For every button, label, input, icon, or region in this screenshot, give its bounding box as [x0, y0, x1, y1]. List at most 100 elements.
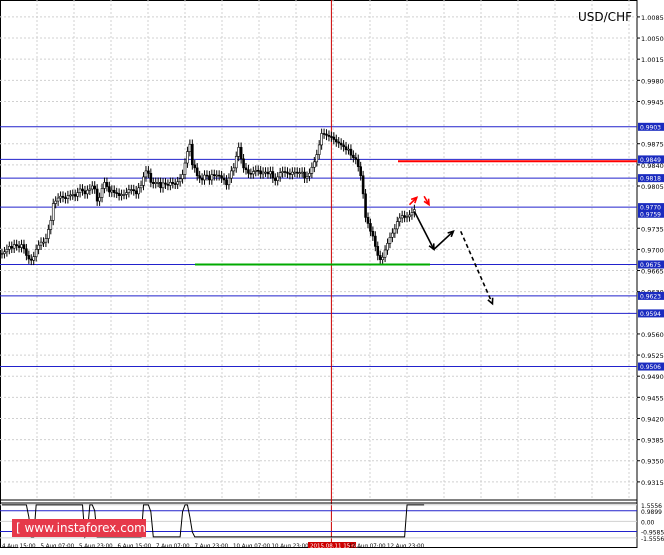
- candle-body: [273, 177, 277, 181]
- candle-body: [332, 136, 336, 140]
- candle-body: [344, 146, 348, 151]
- indicator-level-label: -1.5556: [641, 536, 664, 543]
- candle-body: [178, 178, 182, 183]
- candle-body: [117, 192, 121, 196]
- candle-body: [90, 185, 94, 190]
- candle-body: [154, 182, 158, 184]
- candle-body: [239, 147, 243, 160]
- y-tick-label: 1.0050: [641, 35, 664, 43]
- level-tag-label: 0.9675: [640, 262, 661, 269]
- x-tick-label: 10 Aug 23:00: [272, 544, 310, 549]
- candle-body: [376, 246, 380, 256]
- candle-body: [303, 171, 306, 179]
- candle-body: [17, 245, 21, 248]
- candle-body: [244, 167, 248, 170]
- candle-body: [10, 246, 14, 249]
- candle-body: [191, 144, 194, 166]
- x-tick-label: 6 Aug 15:00: [118, 544, 152, 549]
- candle-body: [61, 195, 65, 198]
- candle-body: [134, 190, 138, 195]
- candle-body: [159, 182, 162, 189]
- candle-body: [103, 182, 106, 189]
- candle-body: [78, 188, 82, 193]
- candle-body: [193, 164, 197, 169]
- indicator-level-label: 0.00: [641, 519, 655, 526]
- candle-body: [98, 197, 101, 202]
- candle-body: [349, 148, 353, 156]
- candle-body: [300, 171, 304, 174]
- candle-body: [86, 189, 89, 195]
- candle-body: [237, 147, 240, 157]
- candle-body: [108, 186, 111, 193]
- candle-body: [356, 159, 360, 167]
- candle-body: [76, 192, 79, 197]
- candle-body: [288, 173, 292, 175]
- usdchf-chart: 1.0085 1.0050 1.0015 0.9980 0.9945 0.9875 0.98…: [0, 0, 664, 550]
- candle-body: [37, 244, 40, 250]
- candle-body: [132, 189, 136, 192]
- candle-body: [347, 148, 350, 151]
- candle-body: [410, 212, 414, 216]
- candle-body: [408, 214, 411, 218]
- candle-body: [374, 235, 377, 247]
- candle-body: [281, 171, 284, 174]
- candle-body: [295, 171, 299, 174]
- candle-body: [310, 166, 314, 174]
- y-tick-label: 0.9350: [641, 458, 664, 466]
- level-tag-label: 0.9818: [640, 176, 661, 183]
- candle-body: [127, 189, 131, 193]
- candle-body: [203, 174, 206, 181]
- y-tick-label: 0.9315: [641, 479, 664, 487]
- candle-body: [3, 251, 6, 254]
- candle-body: [142, 176, 145, 186]
- x-tick-label: 10 Aug 07:00: [233, 544, 271, 549]
- candle-body: [366, 217, 370, 224]
- y-tick-label: 0.9805: [641, 183, 664, 191]
- level-tag-label: 0.9759: [640, 211, 661, 218]
- symbol-label: USD/CHF: [578, 10, 632, 24]
- candle-body: [176, 181, 179, 185]
- candle-body: [39, 241, 43, 246]
- y-tick-label: 0.9945: [641, 98, 664, 106]
- candle-body: [381, 256, 384, 260]
- candle-body: [5, 249, 9, 253]
- candle-body: [210, 174, 214, 181]
- y-tick-label: 1.0085: [641, 14, 664, 22]
- candle-body: [83, 190, 87, 195]
- candle-body: [334, 139, 338, 143]
- candle-body: [315, 154, 319, 163]
- candle-body: [122, 194, 126, 196]
- candle-body: [149, 173, 153, 183]
- candle-body: [32, 256, 36, 261]
- candle-body: [403, 215, 406, 218]
- x-tick-label: 5 Aug 07:00: [41, 544, 75, 549]
- candle-body: [112, 189, 116, 193]
- candle-body: [34, 249, 38, 257]
- candle-body: [88, 188, 92, 191]
- candle-body: [205, 174, 209, 177]
- chart-frame: [0, 0, 638, 548]
- candle-body: [359, 166, 362, 177]
- candle-body: [156, 182, 160, 184]
- candle-body: [232, 167, 236, 172]
- candle-body: [169, 182, 172, 186]
- candle-body: [305, 176, 309, 179]
- candle-body: [151, 182, 155, 184]
- candle-body: [354, 157, 358, 160]
- candle-body: [391, 232, 394, 238]
- candle-body: [15, 244, 18, 247]
- y-tick-label: 0.9525: [641, 352, 664, 360]
- candle-body: [271, 171, 275, 179]
- candle-body: [398, 217, 402, 222]
- y-tick-label: 0.9735: [641, 225, 664, 233]
- candle-body: [259, 170, 262, 175]
- y-tick-label: 0.9420: [641, 415, 664, 423]
- candle-body: [56, 197, 60, 202]
- candle-body: [105, 182, 109, 187]
- y-tick-label: 0.9560: [641, 331, 664, 339]
- candle-body: [313, 161, 316, 168]
- candle-body: [195, 167, 199, 177]
- watermark: [ www.instaforex.com ]: [12, 519, 146, 553]
- candle-body: [130, 189, 133, 191]
- candle-body: [395, 221, 399, 230]
